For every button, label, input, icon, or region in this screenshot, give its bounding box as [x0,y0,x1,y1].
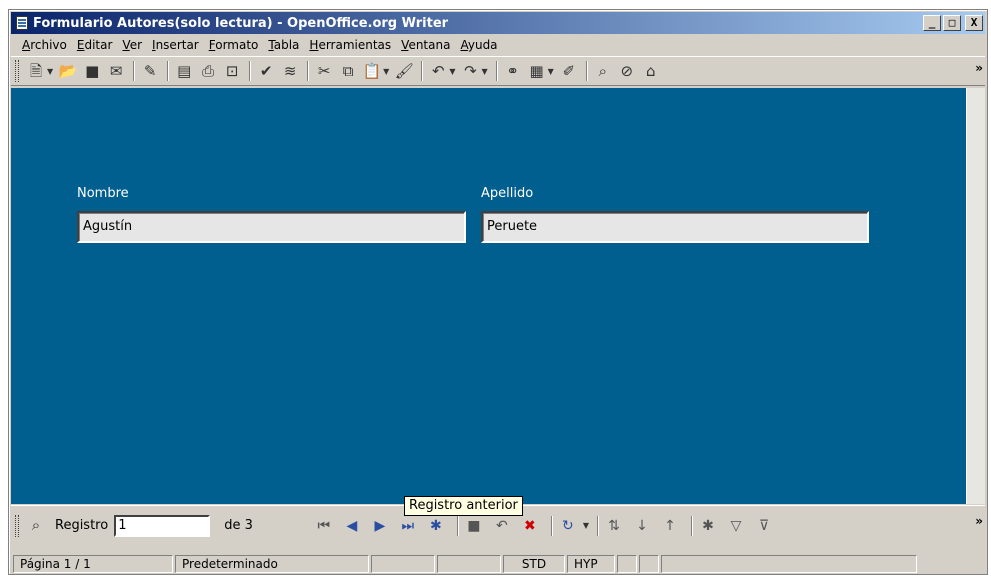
spellcheck-icon[interactable]: ✔ [255,60,277,82]
export-pdf-icon[interactable]: ▤ [173,60,195,82]
hyperlink-icon[interactable]: ⚭ [502,60,524,82]
table-dropdown-icon[interactable]: ▼ [548,67,554,76]
status-bar: Página 1 / 1 Predeterminado STD HYP [11,554,985,574]
registro-label: Registro [55,518,109,533]
apellido-field[interactable]: Peruete [481,211,869,243]
new-dropdown-icon[interactable]: ▼ [47,67,53,76]
window-title: Formulario Autores(solo lectura) - OpenO… [33,15,449,31]
sort-icon[interactable]: ⇅ [603,515,625,537]
record-number-input[interactable]: 1 [114,514,211,537]
copy-icon[interactable]: ⧉ [337,60,359,82]
menu-ver[interactable]: Ver [117,38,147,52]
language-status [437,555,501,573]
toolbar-separator [421,61,424,81]
draw-functions-icon[interactable]: ✐ [558,60,580,82]
close-button[interactable]: X [965,15,983,31]
undo-dropdown-icon[interactable]: ▼ [449,67,455,76]
format-paintbrush-icon[interactable]: 🖌 [393,60,415,82]
form-document-area: Nombre Agustín Apellido Peruete [11,88,966,504]
form-filter-icon[interactable]: ⊽ [753,515,775,537]
redo-dropdown-icon[interactable]: ▼ [481,67,487,76]
redo-icon[interactable]: ↷ [459,60,481,82]
email-icon[interactable]: ✉ [105,60,127,82]
filter-icon[interactable]: ▽ [725,515,747,537]
autofilter-icon[interactable]: ✱ [697,515,719,537]
modified-status [617,555,637,573]
paste-icon[interactable]: 📋 [361,60,383,82]
save-record-icon[interactable]: ■ [463,515,485,537]
last-record-icon[interactable]: ⏭ [397,515,419,537]
delete-record-icon[interactable]: ✖ [519,515,541,537]
new-record-icon[interactable]: ✱ [425,515,447,537]
signature-status [639,555,659,573]
menu-archivo[interactable]: Archivo [17,38,72,52]
find-replace-icon[interactable]: ⌕ [592,60,614,82]
object-info-status [661,555,917,573]
edit-file-icon[interactable]: ✎ [139,60,161,82]
previous-record-icon[interactable]: ◀ [341,515,363,537]
menu-ventana[interactable]: Ventana [396,38,455,52]
minimize-button[interactable]: _ [923,15,941,31]
menu-tabla[interactable]: Tabla [263,38,304,52]
menu-editar[interactable]: Editar [72,38,118,52]
save-icon[interactable]: ■ [81,60,103,82]
tooltip-previous-record: Registro anterior [404,496,523,516]
menu-insertar[interactable]: Insertar [147,38,204,52]
page-status: Página 1 / 1 [13,555,173,573]
page-style-status[interactable]: Predeterminado [175,555,369,573]
refresh-dropdown-icon[interactable]: ▼ [583,521,589,530]
nombre-label: Nombre [77,186,129,201]
autospellcheck-icon[interactable]: ≋ [279,60,301,82]
open-icon[interactable]: 📂 [57,60,79,82]
new-icon[interactable]: 🗎 [25,60,47,82]
title-bar: Formulario Autores(solo lectura) - OpenO… [11,12,985,34]
standard-toolbar: 🗎 ▼ 📂 ■ ✉ ✎ ▤ ⎙ ⊡ ✔ ≋ ✂ ⧉ 📋 ▼ 🖌 ↶ ▼ ↷ ▼ ⚭ ▦ ▼ ✐ ⌕ ⊘ ⌂» [11,56,985,86]
menu-formato[interactable]: Formato [204,38,264,52]
maximize-button[interactable]: □ [943,15,961,31]
toolbar-separator [249,61,252,81]
toolbar-separator [585,61,588,81]
insert-mode-status[interactable]: STD [503,555,565,573]
undo-icon[interactable]: ↶ [427,60,449,82]
sort-descending-icon[interactable]: ↑ [659,515,681,537]
refresh-icon[interactable]: ↻ [557,515,579,537]
navbar-overflow-icon[interactable]: » [975,514,983,528]
toolbar-grip[interactable] [15,60,19,82]
next-record-icon[interactable]: ▶ [369,515,391,537]
hyphenation-status[interactable]: HYP [567,555,615,573]
apellido-label: Apellido [481,186,534,201]
zoom-status [371,555,435,573]
table-icon[interactable]: ▦ [526,60,548,82]
navigator-icon[interactable]: ⊘ [616,60,638,82]
nombre-field[interactable]: Agustín [77,211,466,243]
menu-bar: Archivo Editar Ver Insertar Formato Tabl… [11,35,985,55]
page-preview-icon[interactable]: ⊡ [221,60,243,82]
undo-record-icon[interactable]: ↶ [491,515,513,537]
toolbar-separator [167,61,170,81]
writer-app-icon [14,15,30,31]
find-record-icon[interactable]: ⌕ [25,515,47,537]
toolbar-separator [307,61,310,81]
toolbar-separator [133,61,136,81]
navbar-grip[interactable] [15,514,19,537]
gallery-icon[interactable]: ⌂ [640,60,662,82]
vertical-scrollbar[interactable] [966,88,985,504]
app-window: Formulario Autores(solo lectura) - OpenO… [8,9,988,575]
record-count-label: de 3 [224,518,253,533]
toolbar-overflow-icon[interactable]: » [975,61,983,75]
sort-ascending-icon[interactable]: ↓ [631,515,653,537]
paste-dropdown-icon[interactable]: ▼ [383,67,389,76]
print-icon[interactable]: ⎙ [197,60,219,82]
menu-ayuda[interactable]: Ayuda [455,38,502,52]
menu-herramientas[interactable]: Herramientas [304,38,396,52]
cut-icon[interactable]: ✂ [313,60,335,82]
first-record-icon[interactable]: ⏮ [313,515,335,537]
toolbar-separator [495,61,498,81]
